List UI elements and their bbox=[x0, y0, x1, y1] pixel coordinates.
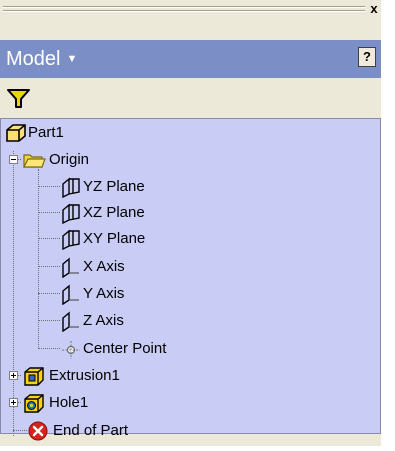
tree-connector bbox=[38, 320, 60, 321]
folder-icon bbox=[22, 149, 46, 171]
collapse-toggle[interactable] bbox=[9, 155, 18, 164]
plane-icon bbox=[59, 228, 83, 251]
part-icon bbox=[4, 122, 28, 144]
tree-item-hole1[interactable]: Hole1 bbox=[21, 390, 221, 416]
funnel-icon bbox=[7, 89, 30, 108]
chevron-down-icon: ▼ bbox=[66, 53, 78, 65]
model-dropdown-label: Model bbox=[6, 48, 61, 70]
tree-item-y-axis[interactable]: Y Axis bbox=[59, 281, 259, 307]
end-of-part-icon bbox=[26, 420, 50, 442]
tree-item-label: XZ Plane bbox=[83, 204, 145, 221]
close-button[interactable]: x bbox=[367, 0, 381, 18]
tree-item-xz-plane[interactable]: XZ Plane bbox=[59, 200, 259, 226]
tree-connector bbox=[38, 293, 60, 294]
tree-connector bbox=[38, 348, 60, 349]
tree-item-label: Center Point bbox=[83, 340, 167, 357]
tree-item-extrusion1[interactable]: Extrusion1 bbox=[21, 363, 221, 389]
tree-item-z-axis[interactable]: Z Axis bbox=[59, 308, 259, 334]
grip-line bbox=[3, 10, 365, 12]
tree-item-label: YZ Plane bbox=[83, 178, 145, 195]
model-dropdown[interactable]: Model ▼ bbox=[6, 40, 77, 78]
expand-toggle[interactable] bbox=[9, 398, 18, 407]
model-browser-panel: x Model ▼ ? Part1 Origin YZ Plane XZ Pla… bbox=[0, 0, 381, 446]
tree-item-label: End of Part bbox=[53, 422, 129, 439]
tree-item-label: Hole1 bbox=[49, 394, 89, 411]
tree-connector bbox=[38, 212, 60, 213]
browser-header: Model ▼ ? bbox=[0, 40, 381, 78]
tree-item-end-of-part[interactable]: End of Part bbox=[26, 418, 226, 444]
tree-item-label: Z Axis bbox=[83, 312, 124, 329]
axis-icon bbox=[59, 256, 83, 279]
grip-line bbox=[3, 6, 365, 8]
help-button[interactable]: ? bbox=[358, 47, 376, 67]
tree-connector bbox=[38, 238, 60, 239]
tree-item-center-point[interactable]: Center Point bbox=[59, 336, 279, 362]
plane-icon bbox=[59, 202, 83, 225]
tree-connector bbox=[38, 169, 39, 349]
tree-item-x-axis[interactable]: X Axis bbox=[59, 254, 259, 280]
hole-icon bbox=[22, 392, 46, 414]
panel-grip[interactable]: x bbox=[0, 0, 381, 20]
tree-item-label: Part1 bbox=[28, 124, 64, 141]
tree-item-yz-plane[interactable]: YZ Plane bbox=[59, 174, 259, 200]
axis-icon bbox=[59, 283, 83, 306]
tree-connector bbox=[13, 430, 27, 431]
model-tree[interactable]: Part1 Origin YZ Plane XZ Plane XY Plane … bbox=[0, 118, 381, 441]
tree-item-origin[interactable]: Origin bbox=[21, 147, 221, 173]
tree-connector bbox=[38, 266, 60, 267]
expand-toggle[interactable] bbox=[9, 371, 18, 380]
tree-item-label: Origin bbox=[49, 151, 90, 168]
tree-item-label: Extrusion1 bbox=[49, 367, 120, 384]
axis-icon bbox=[59, 310, 83, 333]
tree-item-label: X Axis bbox=[83, 258, 125, 275]
tree-connector bbox=[38, 186, 60, 187]
extrusion-icon bbox=[22, 365, 46, 387]
tree-item-label: XY Plane bbox=[83, 230, 146, 247]
plane-icon bbox=[59, 176, 83, 199]
tree-connector bbox=[13, 151, 14, 436]
tree-item-label: Y Axis bbox=[83, 285, 125, 302]
tree-item-part1[interactable]: Part1 bbox=[1, 120, 201, 146]
tree-item-xy-plane[interactable]: XY Plane bbox=[59, 226, 259, 252]
point-icon bbox=[59, 338, 83, 360]
filter-button[interactable] bbox=[5, 86, 33, 110]
